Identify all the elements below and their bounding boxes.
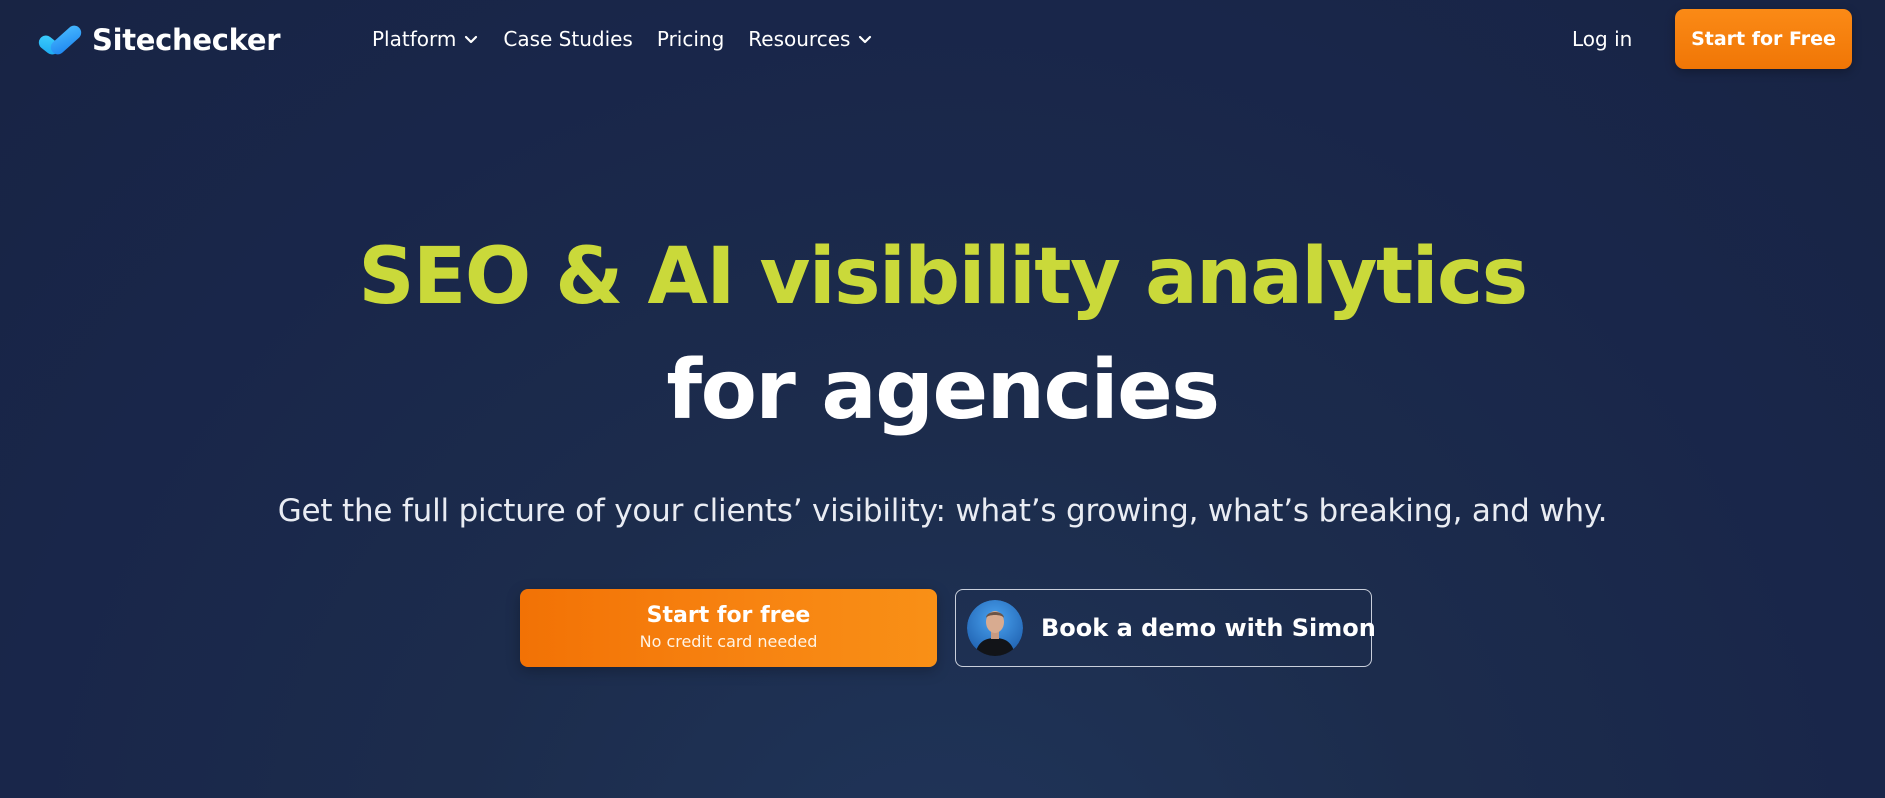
no-credit-card-note: No credit card needed <box>639 632 818 651</box>
checkmark-logo-icon <box>38 20 84 60</box>
nav-item-label: Platform <box>372 27 457 51</box>
hero-subheadline: Get the full picture of your clients’ vi… <box>277 493 1608 529</box>
chevron-down-icon <box>463 31 479 47</box>
nav-item-label: Pricing <box>656 27 725 51</box>
nav-item-label: Resources <box>748 27 851 51</box>
nav-item-platform[interactable]: Platform <box>372 27 479 51</box>
nav-item-label: Case Studies <box>503 27 633 51</box>
login-link[interactable]: Log in <box>1572 24 1632 54</box>
logo-link[interactable]: Sitechecker <box>38 20 281 60</box>
hero-headline-main: for agencies <box>666 343 1220 438</box>
site-header: Sitechecker Platform Case Studies Pricin… <box>0 0 1885 78</box>
start-for-free-label: Start for free <box>646 603 811 628</box>
book-demo-label: Book a demo with Simon <box>1041 614 1376 642</box>
start-for-free-header-button[interactable]: Start for Free <box>1675 9 1852 69</box>
nav-item-pricing[interactable]: Pricing <box>657 27 724 51</box>
main-nav: Platform Case Studies Pricing Resources <box>372 22 897 56</box>
nav-item-case-studies[interactable]: Case Studies <box>503 27 633 51</box>
nav-item-resources[interactable]: Resources <box>748 27 873 51</box>
hero-headline-accent: SEO & AI visibility analytics <box>358 232 1528 322</box>
start-for-free-button[interactable]: Start for free No credit card needed <box>520 589 937 667</box>
person-avatar <box>967 600 1023 656</box>
book-demo-button[interactable]: Book a demo with Simon <box>955 589 1376 667</box>
chevron-down-icon <box>857 31 873 47</box>
brand-name: Sitechecker <box>92 23 281 57</box>
